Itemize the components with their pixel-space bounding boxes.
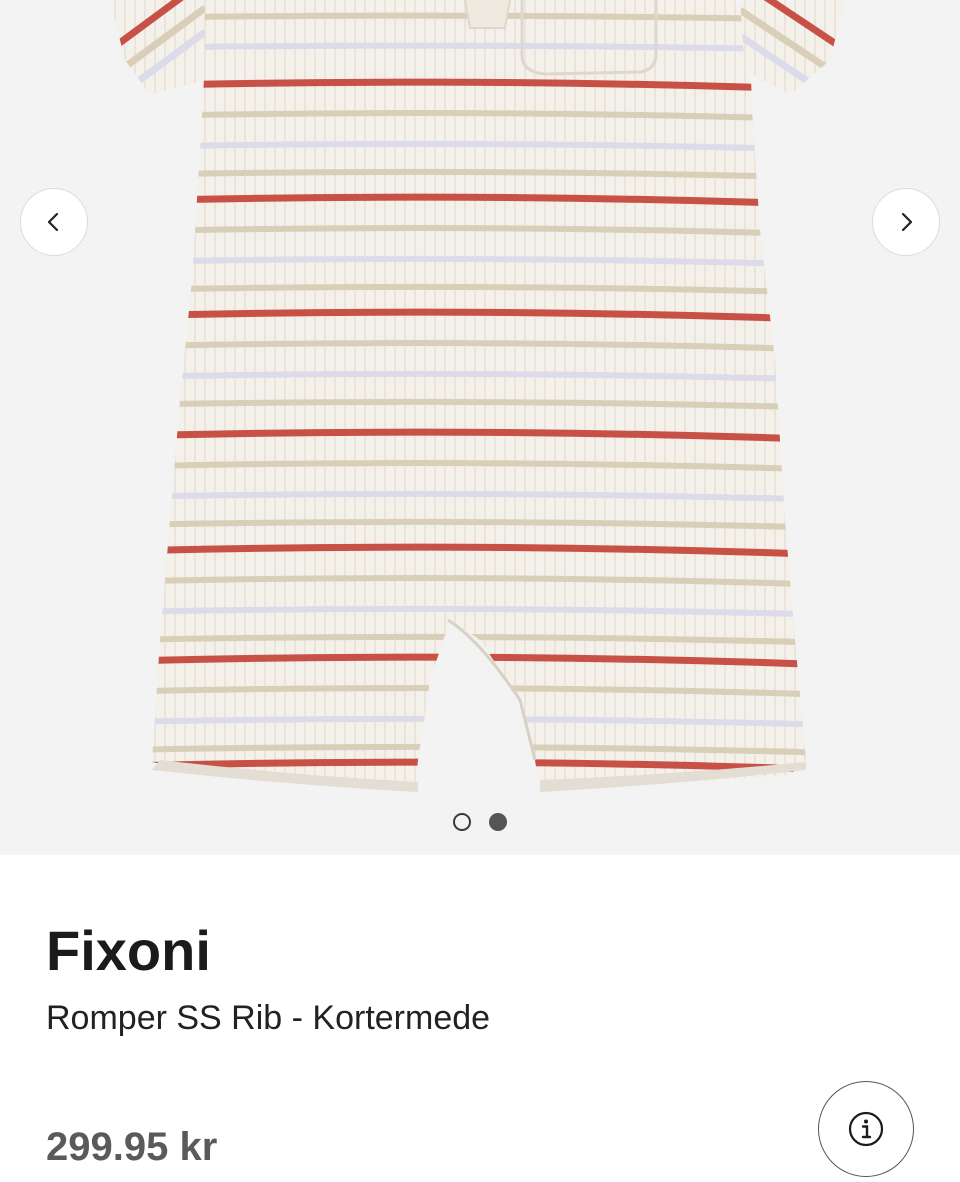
garment-stripe xyxy=(152,790,806,792)
garment-stripe xyxy=(152,758,806,779)
garment-stripe xyxy=(152,743,806,761)
previous-image-button[interactable] xyxy=(20,188,88,256)
product-price: 299.95 kr xyxy=(46,1125,218,1169)
garment-stripe xyxy=(152,715,806,733)
image-pagination xyxy=(0,812,960,832)
garment-stripe xyxy=(152,685,806,703)
garment-stripe xyxy=(152,653,806,674)
pagination-dot-1[interactable] xyxy=(453,813,471,831)
info-button[interactable] xyxy=(818,1081,914,1177)
product-image-gallery[interactable] xyxy=(0,0,960,855)
romper-body xyxy=(0,0,960,855)
chevron-left-icon xyxy=(47,212,59,232)
brand-name[interactable]: Fixoni xyxy=(46,918,211,984)
pagination-dot-2[interactable] xyxy=(489,813,507,831)
info-icon xyxy=(848,1111,884,1147)
garment-stripe xyxy=(0,852,960,855)
product-title: Romper SS Rib - Kortermede xyxy=(46,999,491,1037)
product-image xyxy=(0,0,960,855)
next-image-button[interactable] xyxy=(872,188,940,256)
chevron-right-icon xyxy=(901,212,913,232)
